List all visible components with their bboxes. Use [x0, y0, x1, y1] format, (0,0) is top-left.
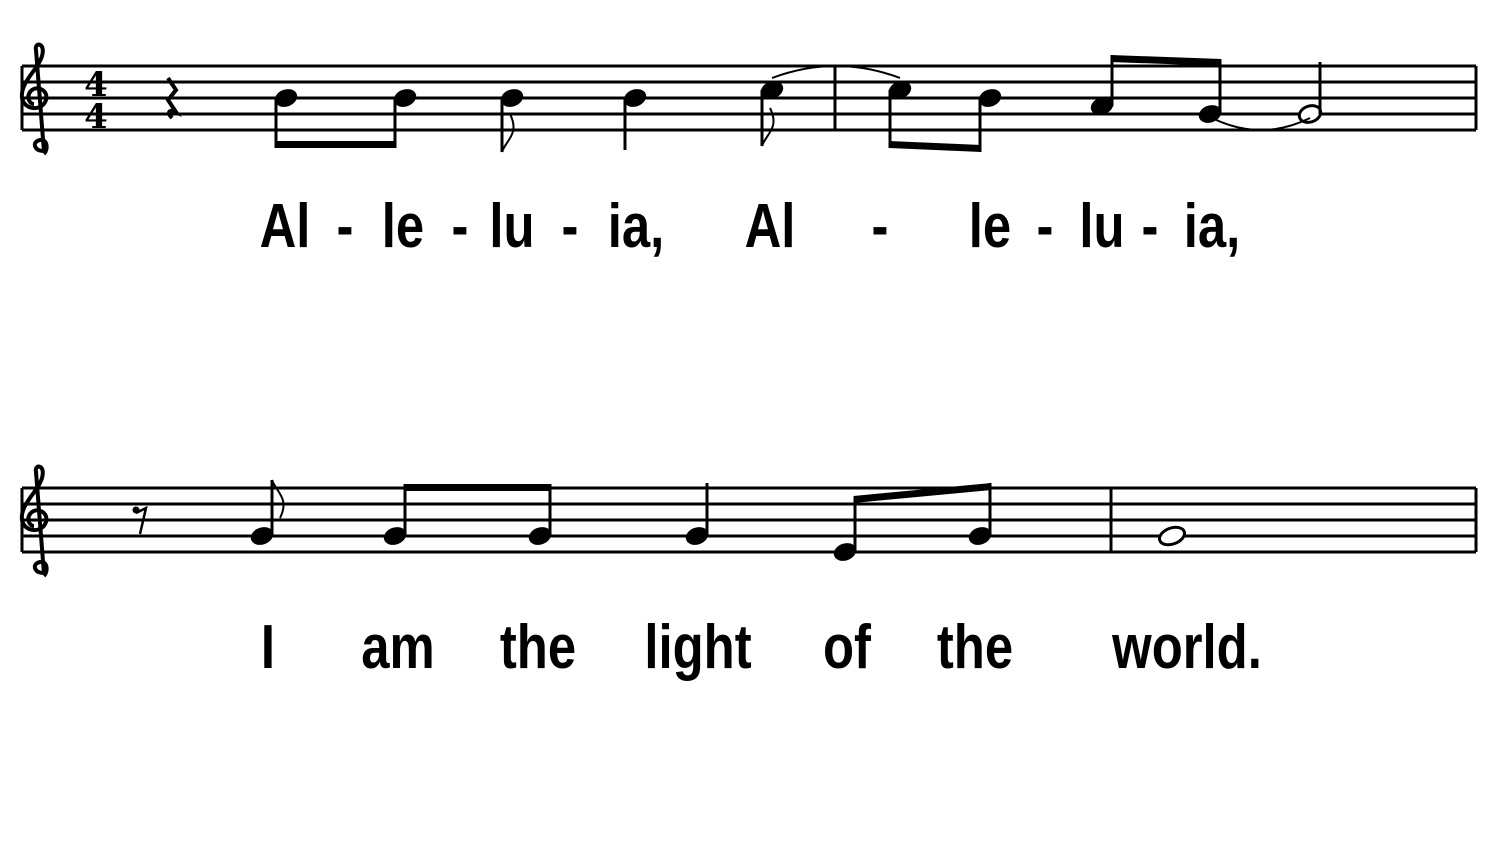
lyric-syllable: le: [969, 192, 1011, 261]
lyric-syllable: Al: [260, 192, 311, 261]
sheet-music: 44Al - le - lu - ia, Al - le - lu - ia, Iam the light of…: [19, 42, 1478, 682]
notehead: [1157, 525, 1187, 547]
note-beam: [1110, 55, 1222, 66]
lyric-hyphen: -: [872, 192, 889, 261]
lyric-syllable: ia,: [1184, 192, 1241, 261]
lyric-hyphen: -: [452, 192, 469, 261]
lyric-hyphen: -: [1142, 192, 1159, 261]
lyric-syllable: the: [500, 613, 576, 682]
lyric-syllable: am: [361, 613, 434, 682]
lyric-syllable: of: [823, 613, 871, 682]
tie: [1211, 117, 1311, 131]
note-flag: [271, 479, 285, 519]
staff-system-2: Iam the light of the world.: [19, 464, 1478, 682]
lyric-syllable: light: [644, 613, 751, 682]
lyric-hyphen: -: [1037, 192, 1054, 261]
lyric-syllable: Al: [745, 192, 796, 261]
note-beam: [274, 141, 397, 148]
lyric-syllable: lu: [1079, 192, 1124, 261]
note-beam: [853, 483, 992, 503]
lyric-syllable: world.: [1111, 613, 1262, 682]
note-flag: [501, 113, 515, 153]
staff-system-1: 44Al - le - lu - ia, Al - le - lu - ia,: [19, 42, 1478, 261]
lyric-syllable: lu: [489, 192, 534, 261]
lyric-syllable: ia,: [608, 192, 665, 261]
lyric-syllable: the: [937, 613, 1013, 682]
lyric-hyphen: -: [562, 192, 579, 261]
time-signature-bottom: 4: [84, 97, 108, 137]
lyric-syllable: le: [382, 192, 424, 261]
note-beam: [403, 484, 552, 491]
lyric-hyphen: -: [337, 192, 354, 261]
note-beam: [888, 141, 982, 152]
lyric-syllable: I: [261, 613, 275, 682]
